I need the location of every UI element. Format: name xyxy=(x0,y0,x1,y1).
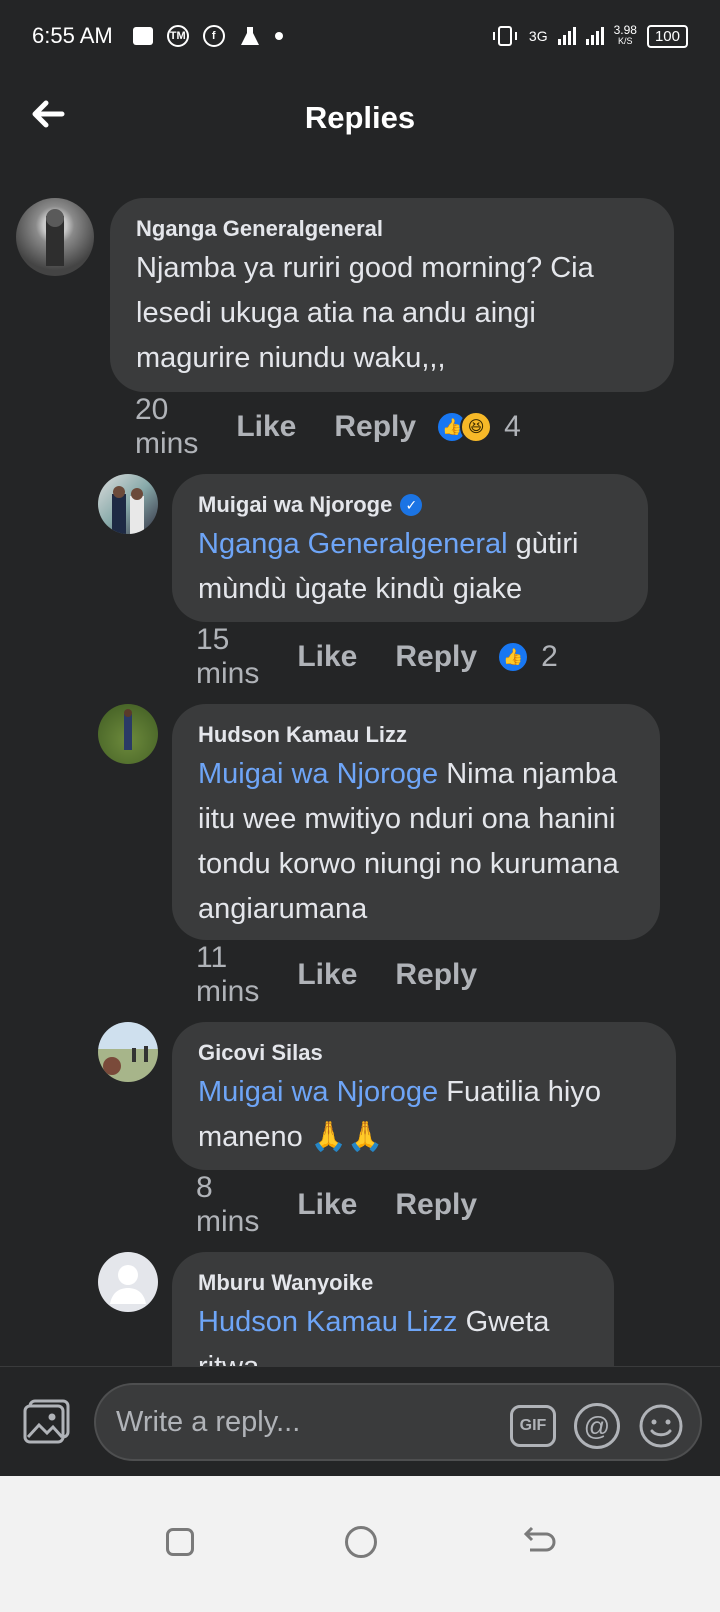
comment-bubble[interactable]: Muigai wa Njoroge ✓ Nganga Generalgeneral… xyxy=(172,474,648,622)
mention-link[interactable]: Nganga Generalgeneral xyxy=(198,528,508,560)
comment-bubble[interactable]: Gicovi Silas Muigai wa Njoroge Fuatilia … xyxy=(172,1022,676,1170)
author-name[interactable]: Nganga Generalgeneral xyxy=(136,216,383,242)
system-nav-bar xyxy=(0,1476,720,1612)
author-name[interactable]: Hudson Kamau Lizz xyxy=(198,722,407,748)
like-button[interactable]: Like xyxy=(236,410,296,444)
comment-author[interactable]: Gicovi Silas xyxy=(198,1040,650,1066)
person-photo-icon xyxy=(112,486,144,534)
comment-text: Muigai wa Njoroge Nima njamba iitu wee m… xyxy=(198,752,634,932)
reply-button[interactable]: Reply xyxy=(395,640,477,674)
signal-icon-2 xyxy=(585,27,604,45)
more-notifications-dot xyxy=(274,32,283,40)
author-name[interactable]: Gicovi Silas xyxy=(198,1040,323,1066)
home-icon[interactable] xyxy=(345,1526,377,1558)
comment-author[interactable]: Nganga Generalgeneral xyxy=(136,216,648,242)
network-type: 3G xyxy=(528,28,548,44)
emoji-icon[interactable] xyxy=(638,1403,684,1449)
flask-icon xyxy=(240,27,259,45)
person-photo-icon xyxy=(124,709,132,750)
avatar[interactable] xyxy=(98,1252,158,1312)
default-user-icon xyxy=(110,1265,146,1304)
comment-author[interactable]: Mburu Wanyoike xyxy=(198,1270,588,1296)
reply-composer: Write a reply... GIF @ xyxy=(0,1366,720,1476)
person-photo-icon xyxy=(103,1046,148,1075)
comment-author[interactable]: Hudson Kamau Lizz xyxy=(198,722,634,748)
comment-time: 15 mins xyxy=(196,623,260,690)
avatar[interactable] xyxy=(16,198,94,276)
reply-input-placeholder: Write a reply... xyxy=(116,1405,301,1438)
facebook-icon: f xyxy=(202,25,225,47)
back-icon[interactable] xyxy=(522,1526,558,1558)
comment-bubble[interactable]: Nganga Generalgeneral Njamba ya ruriri g… xyxy=(110,198,674,392)
reaction-count: 2 xyxy=(541,640,558,673)
avatar[interactable] xyxy=(98,704,158,764)
mention-link[interactable]: Hudson Kamau Lizz xyxy=(198,1306,458,1338)
laughing-face-icon: 😆 xyxy=(460,411,493,443)
author-name[interactable]: Mburu Wanyoike xyxy=(198,1270,373,1296)
header: Replies xyxy=(0,72,720,168)
mention-link[interactable]: Muigai wa Njoroge xyxy=(198,1076,438,1108)
status-time: 6:55 AM xyxy=(32,23,113,48)
status-right: 3G 3.98 K/S 100 xyxy=(491,23,688,48)
avatar[interactable] xyxy=(98,474,158,534)
notification-icon xyxy=(132,27,153,45)
photo-icon[interactable] xyxy=(22,1397,72,1445)
comment-meta: 8 mins Like Reply xyxy=(196,1171,515,1238)
comment-bubble[interactable]: Hudson Kamau Lizz Muigai wa Njoroge Nima… xyxy=(172,704,660,940)
vibrate-icon xyxy=(492,26,517,46)
page-title: Replies xyxy=(304,100,416,135)
like-button[interactable]: Like xyxy=(297,640,357,674)
network-speed-unit: K/S xyxy=(618,36,633,46)
thumbs-up-icon: 👍 xyxy=(497,641,530,673)
reply-button[interactable]: Reply xyxy=(334,410,416,444)
status-bar: 6:55 AM TM f 3G 3.98 K/S 100 xyxy=(0,0,720,72)
reply-button[interactable]: Reply xyxy=(395,1188,477,1222)
mention-link[interactable]: Muigai wa Njoroge xyxy=(198,758,438,790)
gif-icon[interactable]: GIF xyxy=(510,1405,556,1447)
reply-button[interactable]: Reply xyxy=(395,958,477,992)
verified-badge-icon: ✓ xyxy=(400,494,423,516)
mention-icon[interactable]: @ xyxy=(574,1403,620,1449)
reactions-summary[interactable]: 👍 2 xyxy=(497,640,558,674)
network-speed: 3.98 K/S xyxy=(613,23,637,47)
comment-body: Njamba ya ruriri good morning? Cia lesed… xyxy=(136,252,594,374)
status-left: 6:55 AM TM f xyxy=(32,23,283,49)
comment-time: 20 mins xyxy=(135,393,199,460)
comment-author[interactable]: Muigai wa Njoroge ✓ xyxy=(198,492,622,518)
like-button[interactable]: Like xyxy=(297,958,357,992)
avatar[interactable] xyxy=(98,1022,158,1082)
reactions-summary[interactable]: 👍 😆 4 xyxy=(436,410,521,444)
comment-text: Nganga Generalgeneral gùtiri mùndù ùgate… xyxy=(198,522,622,612)
comment-text: Njamba ya ruriri good morning? Cia lesed… xyxy=(136,246,648,381)
network-speed-value: 3.98 xyxy=(613,23,637,37)
comment-meta: 11 mins Like Reply xyxy=(196,941,515,1008)
comment-time: 11 mins xyxy=(196,941,260,1008)
recent-apps-icon[interactable] xyxy=(166,1528,194,1556)
like-button[interactable]: Like xyxy=(297,1188,357,1222)
comment-meta: 20 mins Like Reply 👍 😆 4 xyxy=(135,393,521,460)
reaction-count: 4 xyxy=(504,410,521,443)
comment-text: Muigai wa Njoroge Fuatilia hiyo maneno 🙏… xyxy=(198,1070,650,1160)
signal-icon xyxy=(557,27,576,45)
author-name[interactable]: Muigai wa Njoroge xyxy=(198,492,392,518)
comment-time: 8 mins xyxy=(196,1171,260,1238)
comment-meta: 15 mins Like Reply 👍 2 xyxy=(196,623,558,690)
tm-app-icon: TM xyxy=(166,25,189,47)
battery-indicator: 100 xyxy=(646,24,688,48)
person-photo-icon xyxy=(46,209,64,266)
